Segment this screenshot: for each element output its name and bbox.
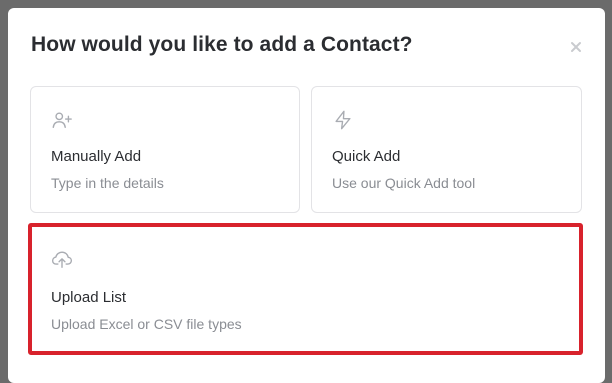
upload-list-title: Upload List [51, 289, 127, 306]
manually-add-description: Type in the details [51, 175, 164, 191]
lightning-icon [335, 110, 351, 130]
quick-add-option[interactable]: Quick Add Use our Quick Add tool [311, 86, 582, 213]
close-icon [571, 42, 581, 52]
upload-list-description: Upload Excel or CSV file types [51, 316, 242, 332]
cloud-upload-icon [51, 251, 73, 268]
user-plus-icon [52, 112, 72, 129]
quick-add-description: Use our Quick Add tool [332, 175, 476, 191]
upload-list-option[interactable]: Upload List Upload Excel or CSV file typ… [28, 223, 583, 355]
manually-add-option[interactable]: Manually Add Type in the details [30, 86, 300, 213]
manually-add-title: Manually Add [51, 148, 142, 165]
add-contact-modal: How would you like to add a Contact? Man… [8, 8, 605, 383]
quick-add-title: Quick Add [332, 148, 401, 165]
modal-title: How would you like to add a Contact? [31, 33, 413, 56]
close-button[interactable] [566, 37, 586, 57]
